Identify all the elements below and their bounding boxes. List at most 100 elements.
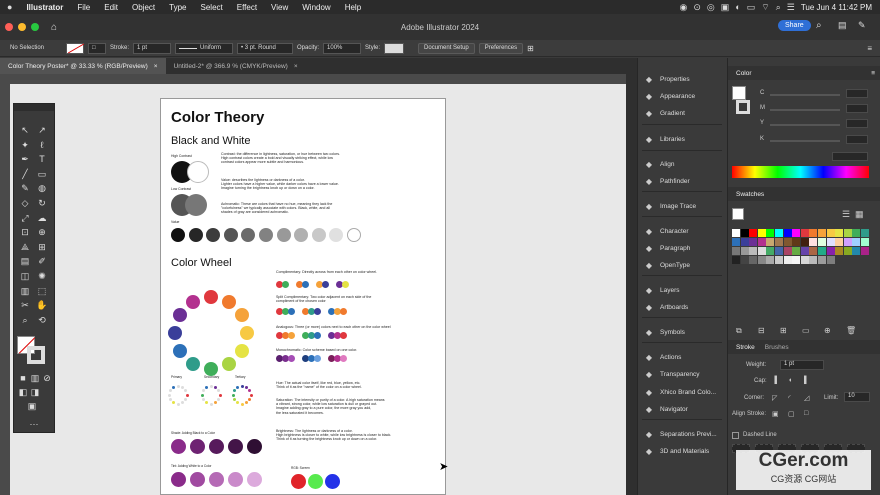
swatch[interactable] <box>818 229 826 237</box>
eyedropper-tool-icon[interactable]: ✐ <box>36 255 48 267</box>
round-join-icon[interactable]: ◜ <box>788 394 791 402</box>
brush-definition[interactable]: • 3 pt. Round <box>237 42 294 54</box>
weight-field[interactable]: 1 pt <box>780 360 824 370</box>
horizontal-ruler[interactable] <box>0 74 626 84</box>
swatch[interactable] <box>843 247 852 255</box>
magenta-field[interactable] <box>846 104 868 113</box>
panel-layers[interactable]: ◆ Layers <box>638 282 727 299</box>
vertical-ruler[interactable] <box>0 84 10 495</box>
panel-menu-icon[interactable]: ≡ <box>867 44 872 53</box>
stroke-swatch[interactable]: □ <box>88 42 106 54</box>
lasso-tool-icon[interactable]: ℓ <box>36 139 48 151</box>
swatch[interactable] <box>783 238 792 246</box>
tab-untitled-2[interactable]: Untitled-2* @ 366.9 % (CMYK/Preview) × <box>166 58 306 74</box>
swatch[interactable] <box>809 256 818 264</box>
swatch[interactable] <box>826 229 835 237</box>
panel-brand-colors[interactable]: ◆ Xhico Brand Colo... <box>638 384 727 401</box>
menu-type[interactable]: Type <box>162 3 193 12</box>
document-setup-button[interactable]: Document Setup <box>418 42 475 54</box>
opacity-field[interactable]: 100% <box>323 42 362 54</box>
magenta-slider[interactable] <box>770 109 840 111</box>
tools-panel-header[interactable] <box>14 104 54 111</box>
draw-behind-icon[interactable]: ◨ <box>29 386 41 398</box>
menu-window[interactable]: Window <box>295 3 337 12</box>
swatch[interactable] <box>792 229 801 237</box>
home-icon[interactable]: ⌂ <box>51 22 57 33</box>
shape-builder-tool-icon[interactable]: ⊕ <box>36 226 48 238</box>
panel-appearance[interactable]: ◆ Appearance <box>638 88 727 105</box>
none-mode-icon[interactable]: ⊘ <box>41 372 53 384</box>
swatch[interactable] <box>775 229 783 237</box>
swatches-panel-header[interactable]: Swatches <box>728 187 880 201</box>
swatch[interactable] <box>740 229 749 237</box>
swatch[interactable] <box>792 247 801 255</box>
bevel-join-icon[interactable]: ◿ <box>804 394 809 402</box>
stroke-weight-field[interactable]: 1 pt <box>133 42 172 54</box>
swatch[interactable] <box>818 247 826 255</box>
swatch[interactable] <box>732 256 740 264</box>
swatch[interactable] <box>809 247 818 255</box>
swatch[interactable] <box>732 229 740 237</box>
swatch[interactable] <box>792 238 801 246</box>
status-icon[interactable]: ◉ <box>680 2 688 13</box>
panel-artboards[interactable]: ◆ Artboards <box>638 299 727 316</box>
swatch[interactable] <box>861 229 869 237</box>
gradient-tool-icon[interactable]: ▤ <box>19 255 31 267</box>
swatch[interactable] <box>775 247 783 255</box>
swatch[interactable] <box>826 247 835 255</box>
swatch[interactable] <box>809 238 818 246</box>
menu-edit[interactable]: Edit <box>97 3 125 12</box>
magic-wand-tool-icon[interactable]: ✦ <box>19 139 31 151</box>
opacity-label[interactable]: Opacity: <box>297 45 319 51</box>
swatch[interactable] <box>749 247 758 255</box>
zoom-window-button[interactable] <box>31 23 39 31</box>
blob-brush-tool-icon[interactable]: ◍ <box>36 182 48 194</box>
menu-app-name[interactable]: Illustrator <box>19 3 70 12</box>
brushes-tab[interactable]: Brushes <box>765 344 789 351</box>
line-tool-icon[interactable]: ╱ <box>19 168 31 180</box>
menu-file[interactable]: File <box>70 3 97 12</box>
swatch[interactable] <box>766 256 775 264</box>
swatch[interactable] <box>818 256 826 264</box>
stroke-tab[interactable]: Stroke <box>736 344 755 351</box>
variable-width-profile[interactable]: Uniform <box>175 42 234 54</box>
swatch[interactable] <box>835 247 844 255</box>
control-center-icon[interactable]: ☰ <box>787 2 795 13</box>
swatch[interactable] <box>766 238 775 246</box>
panel-pathfinder[interactable]: ◆ Pathfinder <box>638 173 727 190</box>
swatch[interactable] <box>800 247 809 255</box>
swatch[interactable] <box>861 238 869 246</box>
square-cap-icon[interactable]: ▌ <box>804 377 809 384</box>
align-inside-icon[interactable]: ▢ <box>788 410 795 418</box>
rectangle-tool-icon[interactable]: ▭ <box>36 168 48 180</box>
menu-help[interactable]: Help <box>338 3 368 12</box>
swatch[interactable] <box>766 229 775 237</box>
swatch[interactable] <box>861 247 869 255</box>
swatch[interactable] <box>826 238 835 246</box>
column-graph-tool-icon[interactable]: ▥ <box>19 285 31 297</box>
swatch[interactable] <box>835 229 844 237</box>
swatch[interactable] <box>852 238 861 246</box>
close-window-button[interactable] <box>5 23 13 31</box>
swatch-options-icon[interactable]: ⊞ <box>780 326 787 335</box>
swatch[interactable] <box>749 238 758 246</box>
butt-cap-icon[interactable]: ▐ <box>772 377 777 384</box>
wifi-icon[interactable]: ⌔ <box>761 2 769 13</box>
stroke-color-box[interactable] <box>27 346 45 364</box>
color-stroke-proxy[interactable] <box>736 100 750 114</box>
swatch[interactable] <box>732 247 740 255</box>
swatch[interactable] <box>843 238 852 246</box>
paintbrush-tool-icon[interactable]: ✎ <box>19 182 31 194</box>
panel-libraries[interactable]: ◆ Libraries <box>638 131 727 148</box>
battery-icon[interactable]: ▭ <box>747 2 756 13</box>
swatch[interactable] <box>732 238 740 246</box>
panel-separations[interactable]: ◆ Separations Previ... <box>638 426 727 443</box>
swatch[interactable] <box>757 247 766 255</box>
scale-tool-icon[interactable]: ⤢ <box>19 212 31 224</box>
swatch[interactable] <box>826 256 835 264</box>
hand-tool-icon[interactable]: ✋ <box>36 299 48 311</box>
miter-join-icon[interactable]: ◸ <box>772 394 777 402</box>
artboard-tool-icon[interactable]: ⬚ <box>36 285 48 297</box>
swatch[interactable] <box>749 229 758 237</box>
panel-symbols[interactable]: ◆ Symbols <box>638 324 727 341</box>
